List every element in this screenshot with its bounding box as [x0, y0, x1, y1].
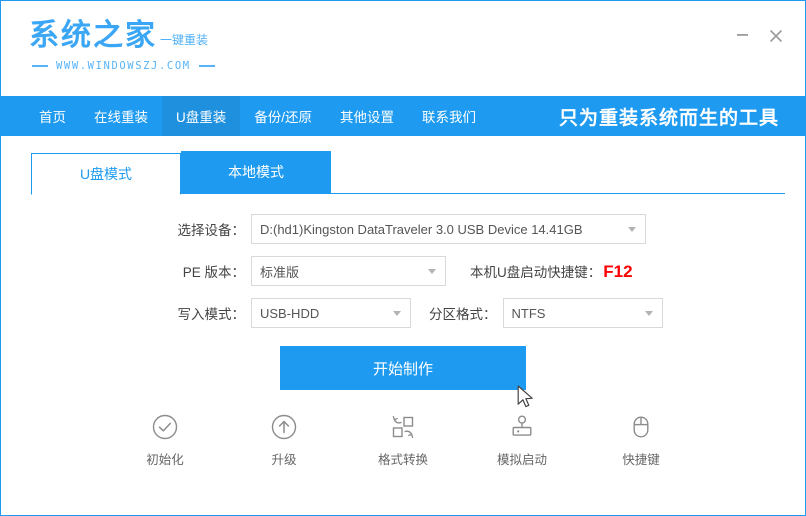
title-bar: 系统之家 一键重装 WWW.WINDOWSZJ.COM — [1, 1, 805, 96]
nav-item-online-reinstall[interactable]: 在线重装 — [80, 96, 162, 136]
start-make-button[interactable]: 开始制作 — [280, 346, 526, 390]
partition-format-label: 分区格式： — [429, 303, 497, 323]
nav-item-label: 其他设置 — [340, 106, 394, 126]
nav-item-label: U盘重装 — [176, 106, 226, 126]
boot-hotkey-label: 本机U盘启动快捷键： — [470, 261, 601, 281]
tool-label: 快捷键 — [622, 449, 660, 468]
nav-item-label: 备份/还原 — [254, 106, 312, 126]
nav-item-backup-restore[interactable]: 备份/还原 — [240, 96, 326, 136]
partition-format-select-value: NTFS — [512, 306, 546, 321]
tool-shortcut-row: 初始化 升级 — [1, 412, 805, 468]
format-convert-icon — [388, 412, 418, 442]
nav-item-other-settings[interactable]: 其他设置 — [326, 96, 408, 136]
pe-version-label: PE 版本： — [167, 261, 245, 281]
close-button[interactable] — [761, 23, 791, 49]
tool-hotkeys[interactable]: 快捷键 — [610, 412, 672, 468]
nav-item-usb-reinstall[interactable]: U盘重装 — [162, 96, 240, 136]
primary-action-wrap: 开始制作 — [1, 346, 805, 390]
boot-hotkey-note: 本机U盘启动快捷键： F12 — [470, 261, 633, 282]
chevron-down-icon — [393, 311, 401, 316]
tool-initialize[interactable]: 初始化 — [134, 412, 196, 468]
logo-main-text: 系统之家 — [29, 21, 157, 51]
write-mode-label: 写入模式： — [167, 303, 245, 323]
logo-sub-text: 一键重装 — [160, 31, 208, 48]
joystick-icon — [507, 412, 537, 442]
nav-item-label: 在线重装 — [94, 106, 148, 126]
tab-label: U盘模式 — [80, 164, 132, 184]
pe-version-select-value: 标准版 — [260, 262, 299, 281]
tab-usb-mode[interactable]: U盘模式 — [31, 153, 181, 195]
nav-item-label: 联系我们 — [422, 106, 476, 126]
device-select[interactable]: D:(hd1)Kingston DataTraveler 3.0 USB Dev… — [251, 214, 646, 244]
form-row-write-mode: 写入模式： USB-HDD 分区格式： NTFS — [1, 298, 805, 328]
logo-dash-left — [32, 65, 48, 67]
write-mode-select-value: USB-HDD — [260, 306, 319, 321]
tab-label: 本地模式 — [228, 162, 284, 182]
logo-website-url: WWW.WINDOWSZJ.COM — [56, 60, 191, 72]
nav-slogan: 只为重装系统而生的工具 — [559, 96, 779, 136]
boot-hotkey-value: F12 — [603, 262, 632, 282]
main-navigation-bar: 首页 在线重装 U盘重装 备份/还原 其他设置 联系我们 只为重装系统而生的工具 — [1, 96, 805, 136]
close-icon — [769, 29, 783, 43]
usb-settings-form: 选择设备： D:(hd1)Kingston DataTraveler 3.0 U… — [1, 214, 805, 328]
form-row-pe-version: PE 版本： 标准版 本机U盘启动快捷键： F12 — [1, 256, 805, 286]
mode-tabstrip: U盘模式 本地模式 — [31, 151, 785, 194]
arrow-up-circle-icon — [269, 412, 299, 442]
partition-format-select[interactable]: NTFS — [503, 298, 663, 328]
nav-item-home[interactable]: 首页 — [25, 96, 80, 136]
pe-version-select[interactable]: 标准版 — [251, 256, 446, 286]
form-row-device: 选择设备： D:(hd1)Kingston DataTraveler 3.0 U… — [1, 214, 805, 244]
tool-label: 格式转换 — [378, 449, 428, 468]
check-circle-icon — [150, 412, 180, 442]
tool-label: 模拟启动 — [497, 449, 547, 468]
nav-item-label: 首页 — [39, 106, 66, 126]
logo-dash-right — [199, 65, 215, 67]
device-label: 选择设备： — [167, 219, 245, 239]
app-logo: 系统之家 一键重装 WWW.WINDOWSZJ.COM — [29, 21, 269, 72]
tool-format-convert[interactable]: 格式转换 — [372, 412, 434, 468]
tool-label: 升级 — [271, 449, 296, 468]
tool-label: 初始化 — [146, 449, 184, 468]
device-select-value: D:(hd1)Kingston DataTraveler 3.0 USB Dev… — [260, 222, 583, 237]
window-controls — [727, 19, 791, 53]
minimize-button[interactable] — [727, 19, 757, 53]
chevron-down-icon — [428, 269, 436, 274]
minimize-icon — [736, 26, 749, 39]
chevron-down-icon — [628, 227, 636, 232]
tool-simulate-boot[interactable]: 模拟启动 — [491, 412, 553, 468]
application-window: 系统之家 一键重装 WWW.WINDOWSZJ.COM — [0, 0, 806, 516]
chevron-down-icon — [645, 311, 653, 316]
tool-upgrade[interactable]: 升级 — [253, 412, 315, 468]
tab-local-mode[interactable]: 本地模式 — [181, 151, 331, 193]
mouse-icon — [626, 412, 656, 442]
nav-item-list: 首页 在线重装 U盘重装 备份/还原 其他设置 联系我们 — [25, 96, 490, 136]
write-mode-select[interactable]: USB-HDD — [251, 298, 411, 328]
content-area: U盘模式 本地模式 选择设备： D:(hd1)Kingston DataTrav… — [1, 151, 805, 516]
nav-item-contact-us[interactable]: 联系我们 — [408, 96, 490, 136]
